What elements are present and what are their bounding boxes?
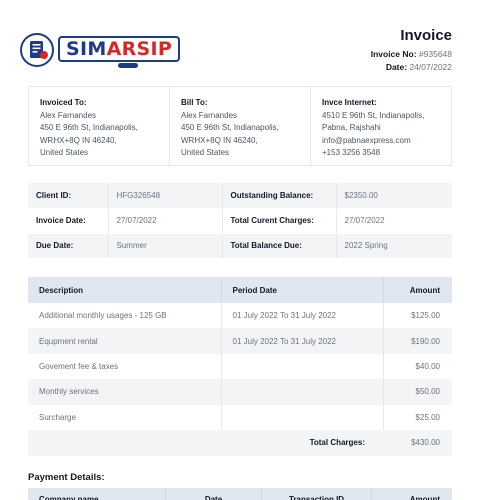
address-box: Invoiced To: Alex Farnandes 450 E 96th S… (28, 86, 452, 166)
col-company: Company name (28, 488, 166, 500)
table-header-row: Description Period Date Amount (28, 277, 452, 303)
col-amount: Amount (382, 277, 452, 303)
charges-table: Description Period Date Amount Additiona… (28, 277, 452, 456)
col-description: Description (28, 277, 221, 303)
col-transaction: Transaction ID (262, 488, 372, 500)
col-payment-amount: Amount (409, 495, 440, 500)
invoice-internet-block: Invce Internet: 4510 E 96th St, Indianap… (322, 98, 425, 157)
table-row: Surcharge $25.00 (28, 404, 452, 430)
col-date: Date (166, 488, 262, 500)
brand-wordmark: SIM ARSIP (58, 36, 181, 62)
total-row: Total Charges: $430.00 (28, 429, 452, 456)
info-row: Client ID: HFG326548 Outstanding Balance… (28, 183, 452, 209)
account-info-table: Client ID: HFG326548 Outstanding Balance… (28, 183, 452, 259)
invoice-title: Invoice (400, 27, 452, 44)
invoiced-to-block: Invoiced To: Alex Farnandes 450 E 96th S… (29, 87, 170, 165)
info-row: Due Date: Summer Total Balance Due: 2022… (28, 233, 452, 259)
document-icon (20, 33, 54, 67)
payment-table-header: Company name Date Transaction ID Amount (28, 488, 452, 500)
table-row: Govement fee & taxes $40.00 (28, 353, 452, 380)
brand-underline (118, 63, 138, 68)
bill-to-block: Bill To: Alex Farnandes 450 E 96th St, I… (170, 87, 311, 165)
total-label: Total Charges: (28, 429, 383, 456)
total-value: $430.00 (383, 429, 452, 456)
table-row: Additional monthly usages - 125 GB 01 Ju… (28, 303, 452, 329)
col-period: Period Date (220, 277, 383, 303)
brand-logo: SIM ARSIP (20, 33, 181, 68)
invoice-number: Invoice No: #935648 (370, 49, 452, 59)
payment-details-title: Payment Details: (28, 472, 105, 483)
table-row: Monthly services $50.00 (28, 379, 452, 405)
info-row: Invoice Date: 27/07/2022 Total Curent Ch… (28, 208, 452, 234)
invoice-date: Date: 24/07/2022 (385, 62, 452, 72)
table-row: Equpment rental 01 July 2022 To 31 July … (28, 328, 452, 354)
